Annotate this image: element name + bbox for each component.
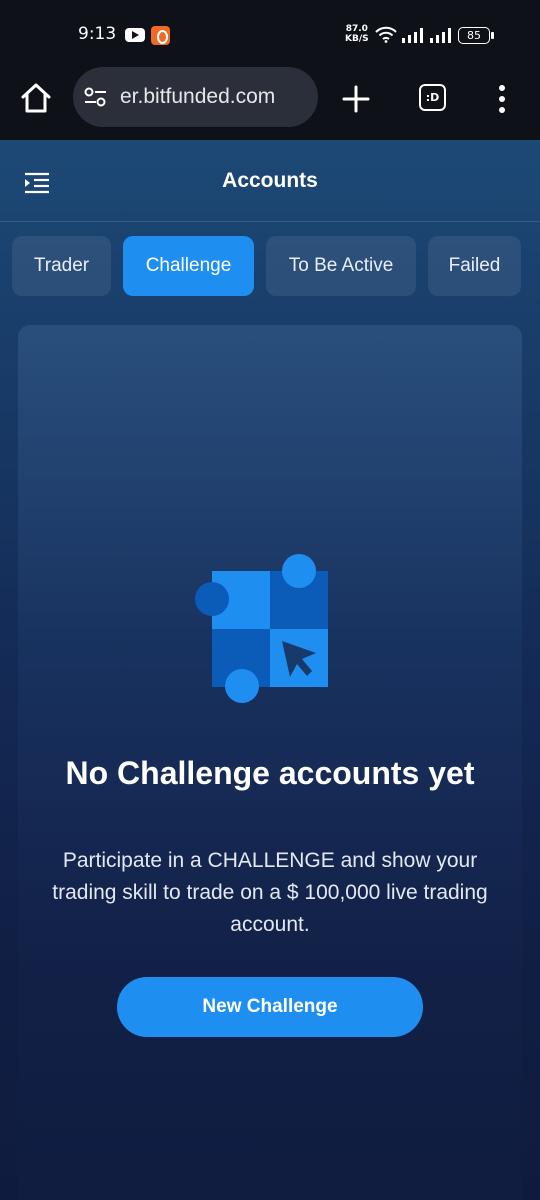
new-challenge-button[interactable]: New Challenge bbox=[117, 977, 423, 1037]
page-title: Accounts bbox=[222, 169, 318, 192]
status-bar: 9:13 87.0 KB/S 85 bbox=[0, 0, 540, 58]
tab-trader[interactable]: Trader bbox=[12, 236, 111, 296]
empty-state-title: No Challenge accounts yet bbox=[65, 755, 475, 791]
app-header: Accounts bbox=[0, 140, 540, 222]
app-notification-icon bbox=[151, 26, 170, 45]
wifi-icon bbox=[375, 26, 397, 43]
youtube-icon bbox=[125, 28, 145, 42]
home-icon[interactable] bbox=[18, 80, 54, 116]
plus-icon[interactable] bbox=[340, 83, 372, 115]
tab-to-be-active[interactable]: To Be Active bbox=[266, 236, 416, 296]
network-speed: 87.0 KB/S bbox=[345, 24, 369, 44]
browser-toolbar: er.bitfunded.com :D bbox=[0, 58, 540, 140]
status-time: 9:13 bbox=[78, 24, 117, 44]
tabs-icon[interactable]: :D bbox=[419, 84, 446, 111]
tune-icon[interactable] bbox=[83, 86, 109, 108]
puzzle-cursor-icon bbox=[195, 554, 328, 703]
signal-icon bbox=[430, 28, 451, 43]
tabs-label: :D bbox=[425, 91, 440, 104]
empty-state-card: No Challenge accounts yet Participate in… bbox=[18, 325, 522, 1200]
account-tabs: Trader Challenge To Be Active Failed bbox=[0, 236, 540, 296]
tab-challenge[interactable]: Challenge bbox=[123, 236, 254, 296]
empty-state-description: Participate in a CHALLENGE and show your… bbox=[52, 849, 488, 936]
signal-icon bbox=[402, 28, 423, 43]
address-bar[interactable]: er.bitfunded.com bbox=[73, 67, 318, 127]
more-vert-icon[interactable] bbox=[497, 84, 507, 114]
battery-indicator: 85 bbox=[458, 27, 494, 44]
tab-failed[interactable]: Failed bbox=[428, 236, 521, 296]
url-text[interactable]: er.bitfunded.com bbox=[120, 85, 275, 109]
page-content: Accounts Trader Challenge To Be Active F… bbox=[0, 140, 540, 1200]
